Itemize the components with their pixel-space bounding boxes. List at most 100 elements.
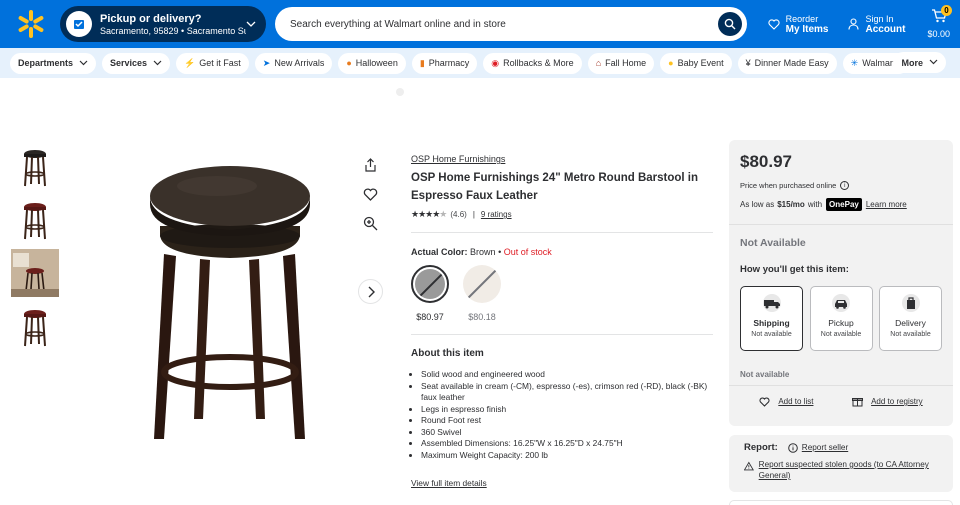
nav-rollbacks[interactable]: ◉ Rollbacks & More [483,52,582,74]
pharmacy-icon: ▮ [419,57,425,68]
account-label: Account [865,23,906,35]
chevron-right-icon [368,286,375,297]
favorite-button[interactable] [358,182,383,207]
reorder-my-items[interactable]: Reorder My Items [768,13,828,35]
search-button[interactable] [718,12,742,36]
rollback-icon: ◉ [491,57,500,68]
product-page: OSP Home Furnishings OSP Home Furnishing… [0,78,960,505]
new-arrivals-icon: ➤ [262,57,271,68]
add-to-list-button[interactable]: Add to list [759,396,813,407]
not-available-heading: Not Available [740,237,806,249]
option-name: Shipping [753,318,790,328]
chevron-down-icon [79,59,88,68]
zoom-in-icon [363,216,378,231]
add-to-list-label: Add to list [778,397,814,406]
about-item: Assembled Dimensions: 16.25"W x 16.25"D … [421,438,713,450]
nav-item-label: New Arrivals [274,58,325,68]
reorder-label: Reorder [785,13,819,24]
chevron-down-icon [153,59,162,68]
nav-fall-home[interactable]: ⌂ Fall Home [587,52,655,74]
search-icon [724,18,736,30]
thumbnail-1[interactable] [11,144,59,192]
more-button[interactable]: More [893,52,946,73]
swatch-brown-selected[interactable]: $80.97 [411,265,449,322]
pickup-location: Sacramento, 95829 • Sacramento Supe... [100,25,246,36]
more-label: More [901,57,923,68]
nav-item-label: Fall Home [605,58,647,68]
share-icon [365,157,376,172]
info-icon[interactable]: i [840,181,850,190]
pickup-delivery-selector[interactable]: Pickup or delivery? Sacramento, 95829 • … [60,6,266,42]
heart-icon [768,18,780,30]
onepay-amount: $15/mo [777,200,805,209]
price: $80.97 [740,152,792,171]
nav-item-label: Pharmacy [428,58,470,68]
brand-link[interactable]: OSP Home Furnishings [411,154,713,164]
home-icon: ⌂ [595,58,602,68]
nav-item-label: Get it Fast [199,58,241,68]
about-item: Maximum Weight Capacity: 200 lb [421,450,713,462]
nav-pharmacy[interactable]: ▮ Pharmacy [411,52,478,74]
pickup-title: Pickup or delivery? [100,12,202,25]
rating-value: (4.6) [450,210,467,219]
departments-button[interactable]: Departments [10,52,97,74]
how-get-heading: How you'll get this item: [740,264,849,275]
option-status: Not available [751,331,792,338]
sign-in-label: Sign In [865,13,894,24]
report-seller-link[interactable]: Report seller [802,443,848,452]
about-item: 360 Swivel [421,427,713,439]
product-main-image[interactable] [142,164,317,444]
nav-halloween[interactable]: ● Halloween [338,52,406,74]
divider [411,334,713,335]
nav-get-it-fast[interactable]: ⚡ Get it Fast [176,52,249,74]
price-note: Price when purchased online [740,181,837,190]
utensils-icon: ¥ [745,58,751,68]
divider [729,224,953,225]
search-input[interactable] [290,18,718,30]
color-label: Actual Color: [411,247,468,257]
chevron-down-icon [929,58,938,67]
thumbnail-3-selected[interactable] [11,249,59,297]
thumbnail-2[interactable] [11,197,59,245]
walmart-spark-logo[interactable] [16,9,46,39]
delivery-option[interactable]: Delivery Not available [879,286,942,351]
nav-new-arrivals[interactable]: ➤ New Arrivals [254,52,333,74]
nav-item-label: Baby Event [677,58,724,68]
stock-status: Out of stock [503,247,552,257]
zoom-button[interactable] [358,211,383,236]
duck-icon: ● [668,58,674,68]
pickup-delivery-icon [66,11,92,37]
ratings-count-link[interactable]: 9 ratings [481,210,512,219]
option-status: Not available [820,331,862,338]
nav-item-label: Dinner Made Easy [754,58,829,68]
thumbnail-4[interactable] [11,304,59,352]
about-list: Solid wood and engineered wood Seat avai… [411,369,713,461]
about-heading: About this item [411,348,484,359]
add-to-registry-button[interactable]: Add to registry [852,396,923,407]
nav-dinner-made-easy[interactable]: ¥ Dinner Made Easy [737,52,837,74]
heart-icon [759,396,770,407]
onepay-prefix: As low as [740,200,775,209]
top-header: Pickup or delivery? Sacramento, 95829 • … [0,0,960,48]
view-full-details-link[interactable]: View full item details [411,478,487,488]
sign-in-account[interactable]: Sign In Account [848,14,905,35]
services-button[interactable]: Services [102,52,171,74]
onepay-logo: OnePay [826,198,862,211]
pickup-option[interactable]: Pickup Not available [809,286,873,351]
walmart-plus-icon: ✳ [850,57,859,68]
next-image-button[interactable] [358,279,383,304]
option-status: Not available [890,331,931,338]
onepay-with: with [807,200,823,209]
nav-baby-event[interactable]: ● Baby Event [660,52,732,74]
swatch-cream[interactable]: $80.18 [463,265,501,322]
share-button[interactable] [358,152,383,177]
product-title: OSP Home Furnishings 24" Metro Round Bar… [411,172,699,202]
learn-more-link[interactable]: Learn more [866,200,907,209]
cart-button[interactable]: 0 $0.00 [927,5,952,39]
report-title: Report: [744,442,778,453]
report-stolen-goods-link[interactable]: Report suspected stolen goods (to CA Att… [759,459,938,481]
gift-icon [852,398,864,407]
not-available-note: Not available [740,370,790,379]
swatch-price: $80.97 [416,312,444,322]
shipping-option[interactable]: Shipping Not available [740,286,803,351]
